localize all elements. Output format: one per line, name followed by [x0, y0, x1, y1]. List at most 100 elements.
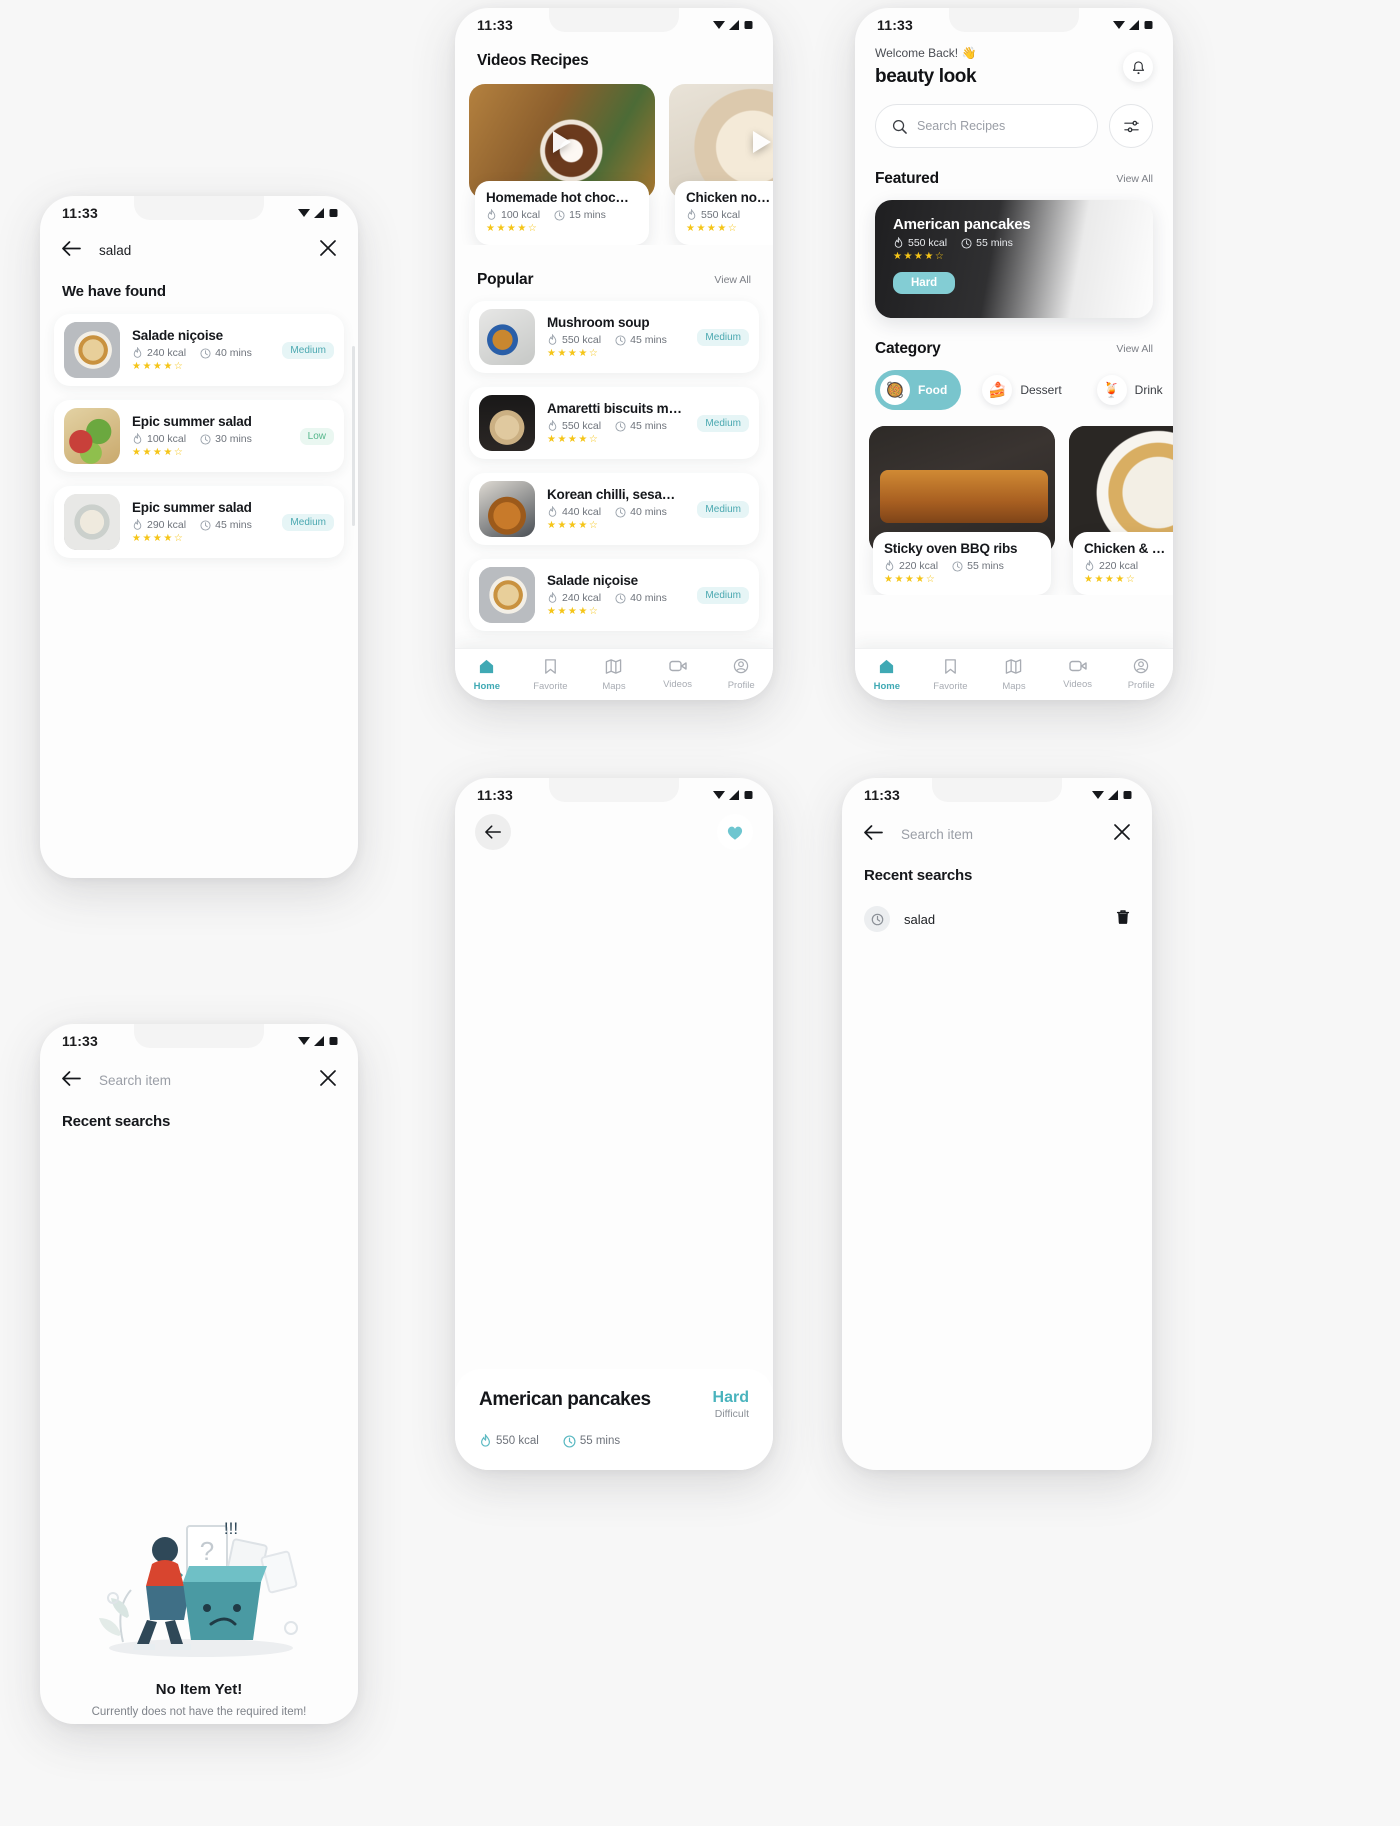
clock-icon [961, 237, 972, 249]
recent-search-item[interactable]: salad [842, 884, 1152, 932]
category-chip-drink[interactable]: 🍹 Drink [1092, 370, 1173, 410]
nav-item-home[interactable]: Home [855, 658, 919, 692]
list-item[interactable]: Salade niçoise 240 kcal 40 mins ★★★★☆ Med… [469, 559, 759, 631]
popular-label: Popular [477, 271, 534, 288]
category-card[interactable]: Sticky oven BBQ ribs 220 kcal 55 mins ★★★… [869, 426, 1055, 595]
status-time: 11:33 [864, 787, 901, 803]
card-meta: 240 kcal 40 mins [132, 347, 270, 359]
card-meta: 240 kcal 40 mins [547, 592, 685, 604]
popular-view-all[interactable]: View All [714, 274, 751, 286]
heart-icon[interactable] [717, 814, 753, 850]
nav-item-favorite[interactable]: Favorite [919, 658, 983, 692]
category-chip-food[interactable]: 🥘 Food [875, 370, 962, 410]
list-item-body: Salade niçoise 240 kcal 40 mins ★★★★☆ [547, 573, 685, 617]
status-icons [298, 208, 338, 218]
close-icon[interactable] [320, 240, 336, 261]
card-kcal: 240 kcal [547, 592, 601, 604]
scrollbar[interactable] [352, 346, 355, 526]
list-item[interactable]: Korean chilli, sesame… 440 kcal 40 mins ★… [469, 473, 759, 545]
category-view-all[interactable]: View All [1116, 343, 1153, 355]
featured-view-all[interactable]: View All [1116, 173, 1153, 185]
recipe-title: Epic summer salad [132, 414, 252, 429]
featured-card-wrap[interactable]: American pancakes 550 kcal 55 mins ★★★★☆… [855, 200, 1173, 318]
recent-searches-label: Recent searchs [62, 1113, 171, 1130]
phone-notch [134, 196, 264, 220]
value: 45 mins [630, 334, 667, 346]
back-icon[interactable] [475, 814, 511, 850]
category-chips-row[interactable]: 🥘 Food 🍰 Dessert 🍹 Drink [855, 370, 1173, 410]
value: 15 mins [569, 209, 606, 221]
list-item[interactable]: Mushroom soup 550 kcal 45 mins ★★★★☆ Medi… [469, 301, 759, 373]
signal-icon [729, 790, 739, 800]
flame-icon [133, 347, 142, 358]
category-card-info: Sticky oven BBQ ribs 220 kcal 55 mins ★★★… [873, 532, 1051, 595]
welcome-text: Welcome Back! 👋 [875, 46, 977, 60]
svg-text:?: ? [200, 1536, 214, 1566]
featured-difficulty-badge[interactable]: Hard [893, 272, 956, 294]
close-icon[interactable] [1114, 824, 1130, 845]
featured-card[interactable]: American pancakes 550 kcal 55 mins ★★★★☆… [875, 200, 1153, 318]
search-input[interactable]: Search item [901, 827, 1096, 842]
search-icon [892, 119, 907, 134]
list-item[interactable]: Epic summer salad 100 kcal 30 mins ★★★★☆ … [54, 400, 344, 472]
category-cards-row[interactable]: Sticky oven BBQ ribs 220 kcal 55 mins ★★★… [855, 410, 1173, 595]
list-item[interactable]: Epic summer salad 290 kcal 45 mins ★★★★☆ … [54, 486, 344, 558]
bottom-nav[interactable]: Home Favorite Maps Videos Profile [455, 648, 773, 700]
featured-rating: ★★★★☆ [893, 251, 946, 262]
status-time: 11:33 [62, 205, 99, 221]
detail-difficulty: Hard [712, 1389, 749, 1406]
back-icon[interactable] [864, 824, 883, 845]
play-icon[interactable] [553, 130, 571, 153]
card-time: 55 mins [952, 560, 1004, 572]
flame-icon [548, 334, 557, 345]
card-time: 45 mins [615, 420, 667, 432]
value: 40 mins [630, 506, 667, 518]
filter-icon[interactable] [1109, 104, 1153, 148]
recipe-rating: ★★★★☆ [132, 533, 185, 544]
video-cards-row[interactable]: Homemade hot choc… 100 kcal 15 mins ★★★★☆… [455, 84, 773, 245]
nav-item-maps[interactable]: Maps [582, 658, 646, 692]
card-time: 45 mins [615, 334, 667, 346]
back-icon[interactable] [62, 1070, 81, 1091]
category-card-info: Chicken & … 220 kcal ★★★★☆ [1073, 532, 1173, 595]
category-emoji-icon: 🍰 [982, 375, 1013, 405]
recipe-rating: ★★★★☆ [547, 520, 600, 531]
list-item[interactable]: Amaretti biscuits ma… 550 kcal 45 mins ★★… [469, 387, 759, 459]
value: 40 mins [630, 592, 667, 604]
nav-item-home[interactable]: Home [455, 658, 519, 692]
detail-toolbar [455, 808, 773, 856]
flame-icon [487, 209, 496, 220]
list-item[interactable]: Salade niçoise 240 kcal 40 mins ★★★★☆ Med… [54, 314, 344, 386]
notification-bell-icon[interactable] [1123, 52, 1153, 82]
popular-list: Mushroom soup 550 kcal 45 mins ★★★★☆ Medi… [455, 301, 773, 631]
wifi-icon [713, 791, 725, 799]
recipe-thumbnail [479, 395, 535, 451]
difficulty-badge: Medium [697, 500, 749, 518]
nav-item-maps[interactable]: Maps [982, 658, 1046, 692]
nav-item-videos[interactable]: Videos [646, 659, 710, 690]
nav-item-videos[interactable]: Videos [1046, 659, 1110, 690]
close-icon[interactable] [320, 1070, 336, 1091]
back-icon[interactable] [62, 240, 81, 261]
category-card[interactable]: Chicken & … 220 kcal ★★★★☆ [1069, 426, 1173, 595]
search-input[interactable]: Search Recipes [875, 104, 1098, 148]
trash-icon[interactable] [1116, 909, 1130, 930]
play-icon[interactable] [753, 130, 771, 153]
value: 55 mins [967, 560, 1004, 572]
nav-item-favorite[interactable]: Favorite [519, 658, 583, 692]
category-chip-label: Food [918, 383, 948, 397]
nav-item-profile[interactable]: Profile [709, 658, 773, 691]
featured-time: 55 mins [961, 237, 1013, 249]
battery-icon [744, 21, 753, 29]
search-input[interactable]: salad [99, 243, 302, 258]
status-bar: 11:33 [455, 778, 773, 808]
nav-item-profile[interactable]: Profile [1109, 658, 1173, 691]
video-card[interactable]: Homemade hot choc… 100 kcal 15 mins ★★★★☆ [469, 84, 655, 245]
category-chip-dessert[interactable]: 🍰 Dessert [977, 370, 1075, 410]
video-card[interactable]: Chicken no… 550 kcal ★★★★☆ [669, 84, 773, 245]
search-input[interactable]: Search item [99, 1073, 302, 1088]
popular-header: Popular View All [455, 245, 773, 301]
bottom-nav[interactable]: Home Favorite Maps Videos Profile [855, 648, 1173, 700]
card-time: 45 mins [200, 519, 252, 531]
difficulty-badge: Low [299, 427, 334, 445]
